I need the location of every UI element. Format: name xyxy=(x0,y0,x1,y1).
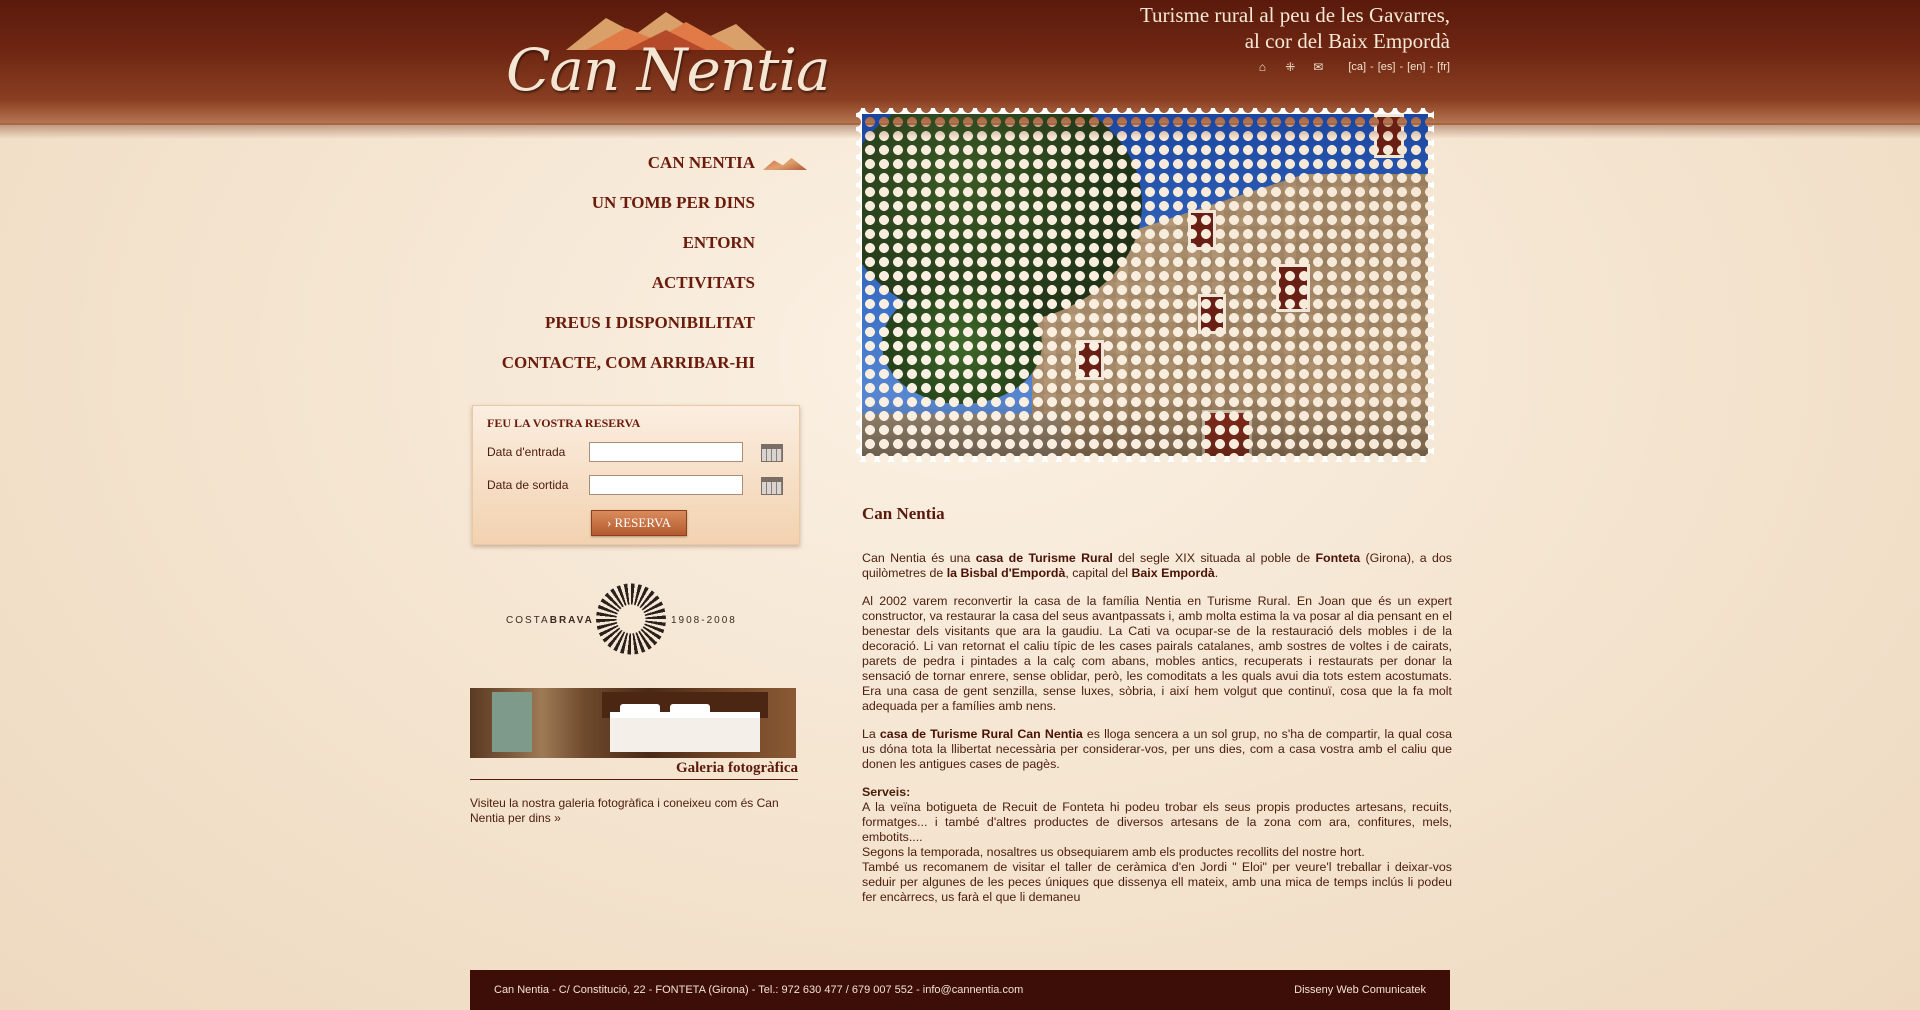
services-title: Serveis: xyxy=(862,785,911,799)
rental-paragraph: La casa de Turisme Rural Can Nentia es l… xyxy=(862,727,1453,771)
services-text-3: També us recomanem de visitar el taller … xyxy=(862,860,1452,904)
hero-shadow-shape xyxy=(862,396,1428,456)
nav-item-activitats[interactable]: ACTIVITATS xyxy=(470,270,755,310)
hero-image xyxy=(856,108,1434,462)
checkout-label: Data de sortida xyxy=(487,478,569,492)
gallery-description: Visiteu la nostra galeria fotogràfica i … xyxy=(470,796,790,826)
services-text-1: A la veïna botigueta de Recuit de Fontet… xyxy=(862,800,1452,844)
top-toolbar: ⌂ ⁜ ✉ [ca] - [es] - [en] - [fr] xyxy=(1248,60,1450,74)
hero-photo xyxy=(862,114,1428,456)
gallery-thumbnail[interactable] xyxy=(470,688,796,758)
reservation-box: FEU LA VOSTRA RESERVA Data d'entrada Dat… xyxy=(472,405,800,545)
gallery-pillow-shape xyxy=(670,704,710,718)
hero-window-shape xyxy=(1198,294,1226,334)
footer: Can Nentia - C/ Constitució, 22 - FONTET… xyxy=(470,970,1450,1010)
lang-separator: - xyxy=(1370,61,1374,73)
hero-palm-shape xyxy=(882,284,1042,404)
checkout-row: Data de sortida xyxy=(487,475,743,495)
tagline-line-2: al cor del Baix Empordà xyxy=(1244,29,1450,53)
nav-item-can-nentia[interactable]: CAN NENTIA xyxy=(470,150,755,190)
language-switcher: [ca] - [es] - [en] - [fr] xyxy=(1348,61,1450,73)
gallery-window-shape xyxy=(492,692,532,752)
checkin-date-input[interactable] xyxy=(589,442,743,462)
tagline-line-1: Turisme rural al peu de les Gavarres, xyxy=(1139,3,1450,27)
lang-en-link[interactable]: [en] xyxy=(1407,61,1425,73)
nav-item-contacte[interactable]: CONTACTE, COM ARRIBAR-HI xyxy=(470,350,755,390)
mail-icon[interactable]: ✉ xyxy=(1304,60,1332,74)
lang-separator: - xyxy=(1399,61,1404,73)
lang-separator: - xyxy=(1429,61,1434,73)
costa-brava-text: COSTABRAVA xyxy=(506,615,594,626)
footer-address: Can Nentia - C/ Constitució, 22 - FONTET… xyxy=(494,984,1024,996)
costa-brava-logo[interactable]: COSTABRAVA 1908-2008 xyxy=(506,583,756,657)
sitemap-icon[interactable]: ⁜ xyxy=(1276,60,1304,74)
reserve-button-label: RESERVA xyxy=(614,515,672,530)
logo-wordmark: Can Nentia xyxy=(506,36,831,104)
lang-fr-link[interactable]: [fr] xyxy=(1437,61,1450,73)
gallery-bed-shape xyxy=(610,712,760,752)
gallery-text: Visiteu la nostra galeria fotogràfica i … xyxy=(470,796,779,825)
nav-item-entorn[interactable]: ENTORN xyxy=(470,230,755,270)
checkout-calendar-icon[interactable] xyxy=(761,477,783,495)
nav-item-preus[interactable]: PREUS I DISPONIBILITAT xyxy=(470,310,755,350)
history-paragraph: Al 2002 varem reconvertir la casa de la … xyxy=(862,594,1452,713)
services-text-2: Segons la temporada, nosaltres us obsequ… xyxy=(862,845,1365,859)
content-heading: Can Nentia xyxy=(862,504,945,523)
costa-brava-years: 1908-2008 xyxy=(671,615,737,626)
checkout-date-input[interactable] xyxy=(589,475,743,495)
home-icon[interactable]: ⌂ xyxy=(1248,60,1276,74)
hero-window-shape xyxy=(1374,114,1404,158)
checkin-row: Data d'entrada xyxy=(487,442,743,462)
reserve-button[interactable]: › RESERVA xyxy=(591,510,687,536)
page: Can Nentia Turisme rural al peu de les G… xyxy=(470,0,1453,1010)
lang-ca-link[interactable]: [ca] xyxy=(1348,61,1366,73)
main-content: Can Nentia Can Nentia és una casa de Tur… xyxy=(862,504,1453,918)
main-nav: CAN NENTIA UN TOMB PER DINS ENTORN ACTIV… xyxy=(470,150,755,390)
gallery-more-link[interactable]: » xyxy=(554,811,561,825)
hero-window-shape xyxy=(1188,210,1216,250)
intro-paragraph: Can Nentia és una casa de Turisme Rural … xyxy=(862,551,1453,580)
services-paragraph: Serveis: A la veïna botigueta de Recuit … xyxy=(862,785,1452,905)
arrow-right-icon: › xyxy=(606,515,612,530)
footer-credit-link[interactable]: Disseny Web Comunicatek xyxy=(1294,984,1426,996)
checkin-label: Data d'entrada xyxy=(487,445,566,459)
tagline: Turisme rural al peu de les Gavarres, al… xyxy=(1030,2,1450,54)
gallery-title-link[interactable]: Galeria fotogràfica xyxy=(470,760,798,780)
lang-es-link[interactable]: [es] xyxy=(1378,61,1396,73)
hero-window-shape xyxy=(1076,340,1104,380)
reservation-title: FEU LA VOSTRA RESERVA xyxy=(487,416,641,430)
logo[interactable]: Can Nentia xyxy=(506,8,831,118)
hero-window-shape xyxy=(1276,264,1310,312)
nav-item-un-tomb-per-dins[interactable]: UN TOMB PER DINS xyxy=(470,190,755,230)
costa-brava-mark-icon xyxy=(596,583,666,655)
checkin-calendar-icon[interactable] xyxy=(761,444,783,462)
gallery-pillow-shape xyxy=(620,704,660,718)
